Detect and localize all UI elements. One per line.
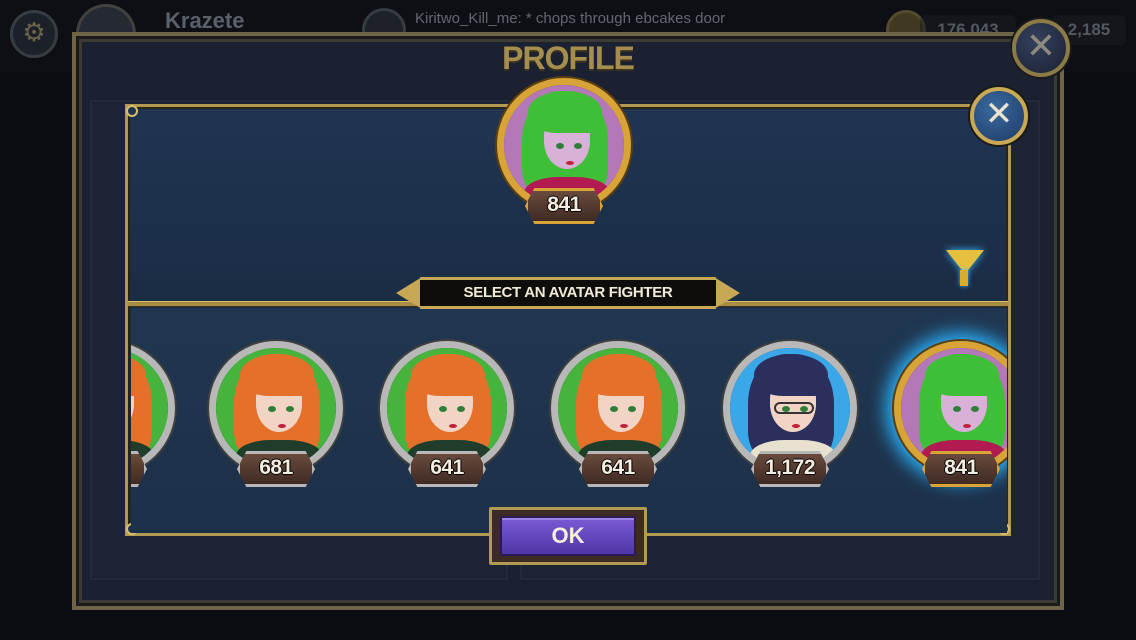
chat-ticker[interactable]: Kiritwo_Kill_me: * chops through ebcakes…	[415, 10, 725, 27]
fighter-score: 641	[430, 456, 464, 479]
ok-button[interactable]: OK	[489, 507, 647, 565]
banner-title: SELECT AN AVATAR FIGHTER	[463, 284, 673, 301]
ok-label: OK	[551, 523, 585, 548]
fighter-avatar[interactable]: 641	[551, 341, 685, 491]
filter-icon[interactable]	[944, 248, 986, 290]
fighter-avatar[interactable]: 681	[131, 341, 175, 491]
fighter-score: 641	[601, 456, 635, 479]
fighter-avatar[interactable]: 1,172	[723, 341, 857, 491]
fighter-list[interactable]: 681 681 641 641 1,172 841	[131, 308, 1007, 533]
select-banner: SELECT AN AVATAR FIGHTER	[396, 277, 740, 309]
fighter-score: 841	[547, 193, 581, 216]
current-avatar: 841	[497, 78, 631, 228]
player-name: Krazete	[165, 8, 245, 33]
fighter-avatar[interactable]: 681	[209, 341, 343, 491]
corner-ornament	[126, 105, 138, 117]
dialog-close-button[interactable]: ✕	[970, 87, 1028, 145]
fighter-score: 681	[131, 451, 147, 487]
fighter-score: 841	[944, 456, 978, 479]
fighter-avatar[interactable]: 841	[894, 341, 1007, 491]
fighter-score: 1,172	[764, 456, 816, 479]
fighter-score: 681	[259, 456, 293, 479]
profile-title: PROFILE	[502, 40, 635, 76]
fighter-avatar[interactable]: 641	[380, 341, 514, 491]
close-icon: ✕	[984, 94, 1014, 134]
